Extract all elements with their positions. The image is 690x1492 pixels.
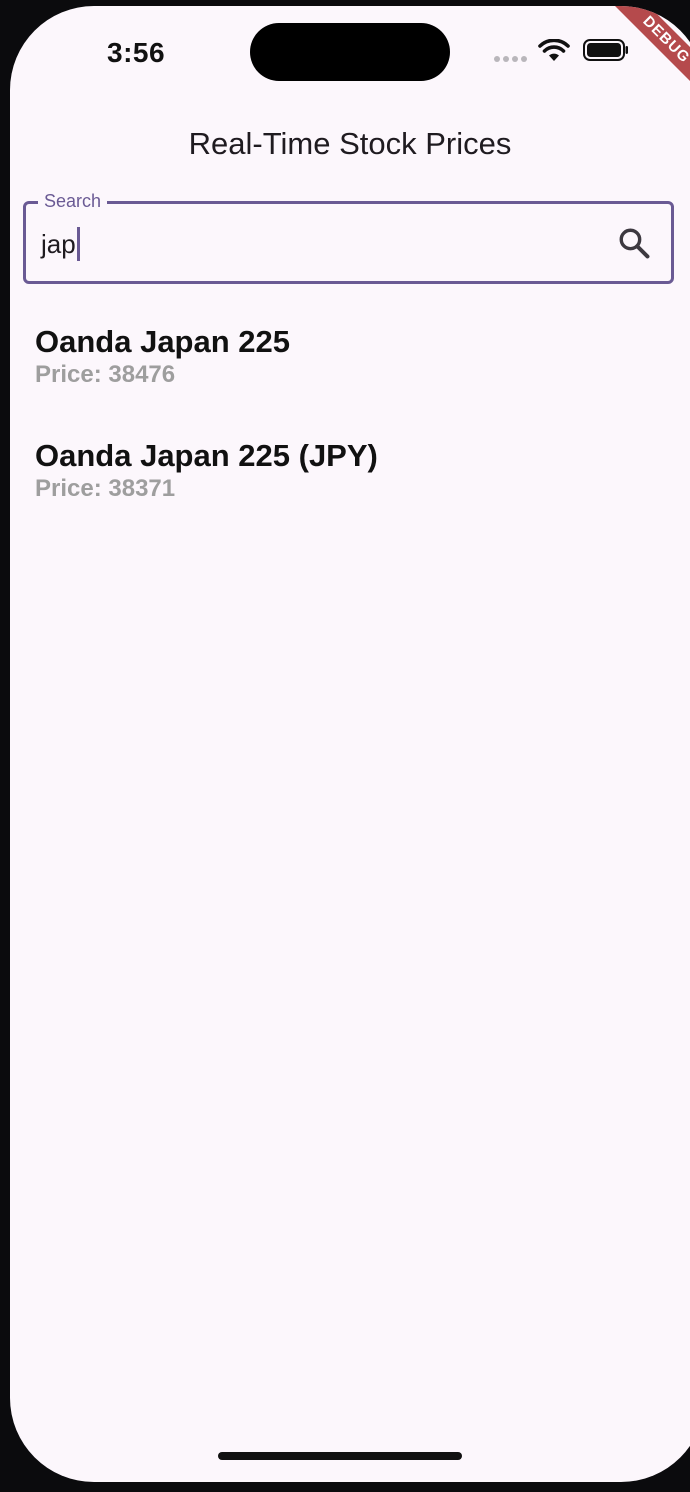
stock-price: Price: 38476 — [35, 361, 176, 388]
search-label: Search — [38, 190, 108, 212]
home-indicator[interactable] — [218, 1452, 462, 1460]
stock-name: Oanda Japan 225 — [35, 324, 291, 359]
stock-list-item[interactable]: Oanda Japan 225 (JPY) Price: 38371 — [35, 438, 675, 552]
debug-banner: DEBUG — [597, 6, 690, 116]
stock-list-item[interactable]: Oanda Japan 225 Price: 38476 — [35, 324, 675, 438]
status-time: 3:56 — [107, 37, 166, 68]
search-text: jap — [41, 229, 76, 259]
stock-name: Oanda Japan 225 (JPY) — [35, 438, 378, 473]
wifi-icon — [538, 39, 570, 61]
search-input-value[interactable]: jap — [41, 227, 80, 261]
search-input[interactable]: Search jap — [23, 190, 674, 284]
device-frame: 3:56 DEBUG Real-Time Stock Prices Search… — [0, 0, 690, 1492]
text-cursor — [76, 227, 80, 261]
dynamic-island — [250, 23, 450, 81]
page-title: Real-Time Stock Prices — [188, 126, 512, 161]
app-screen: 3:56 DEBUG Real-Time Stock Prices Search… — [10, 6, 690, 1482]
stock-list: Oanda Japan 225 Price: 38476 Oanda Japan… — [35, 324, 675, 552]
stock-price: Price: 38371 — [35, 475, 176, 502]
cellular-signal-icon — [494, 56, 527, 62]
debug-banner-label: DEBUG — [604, 6, 690, 102]
search-icon[interactable] — [617, 226, 651, 260]
